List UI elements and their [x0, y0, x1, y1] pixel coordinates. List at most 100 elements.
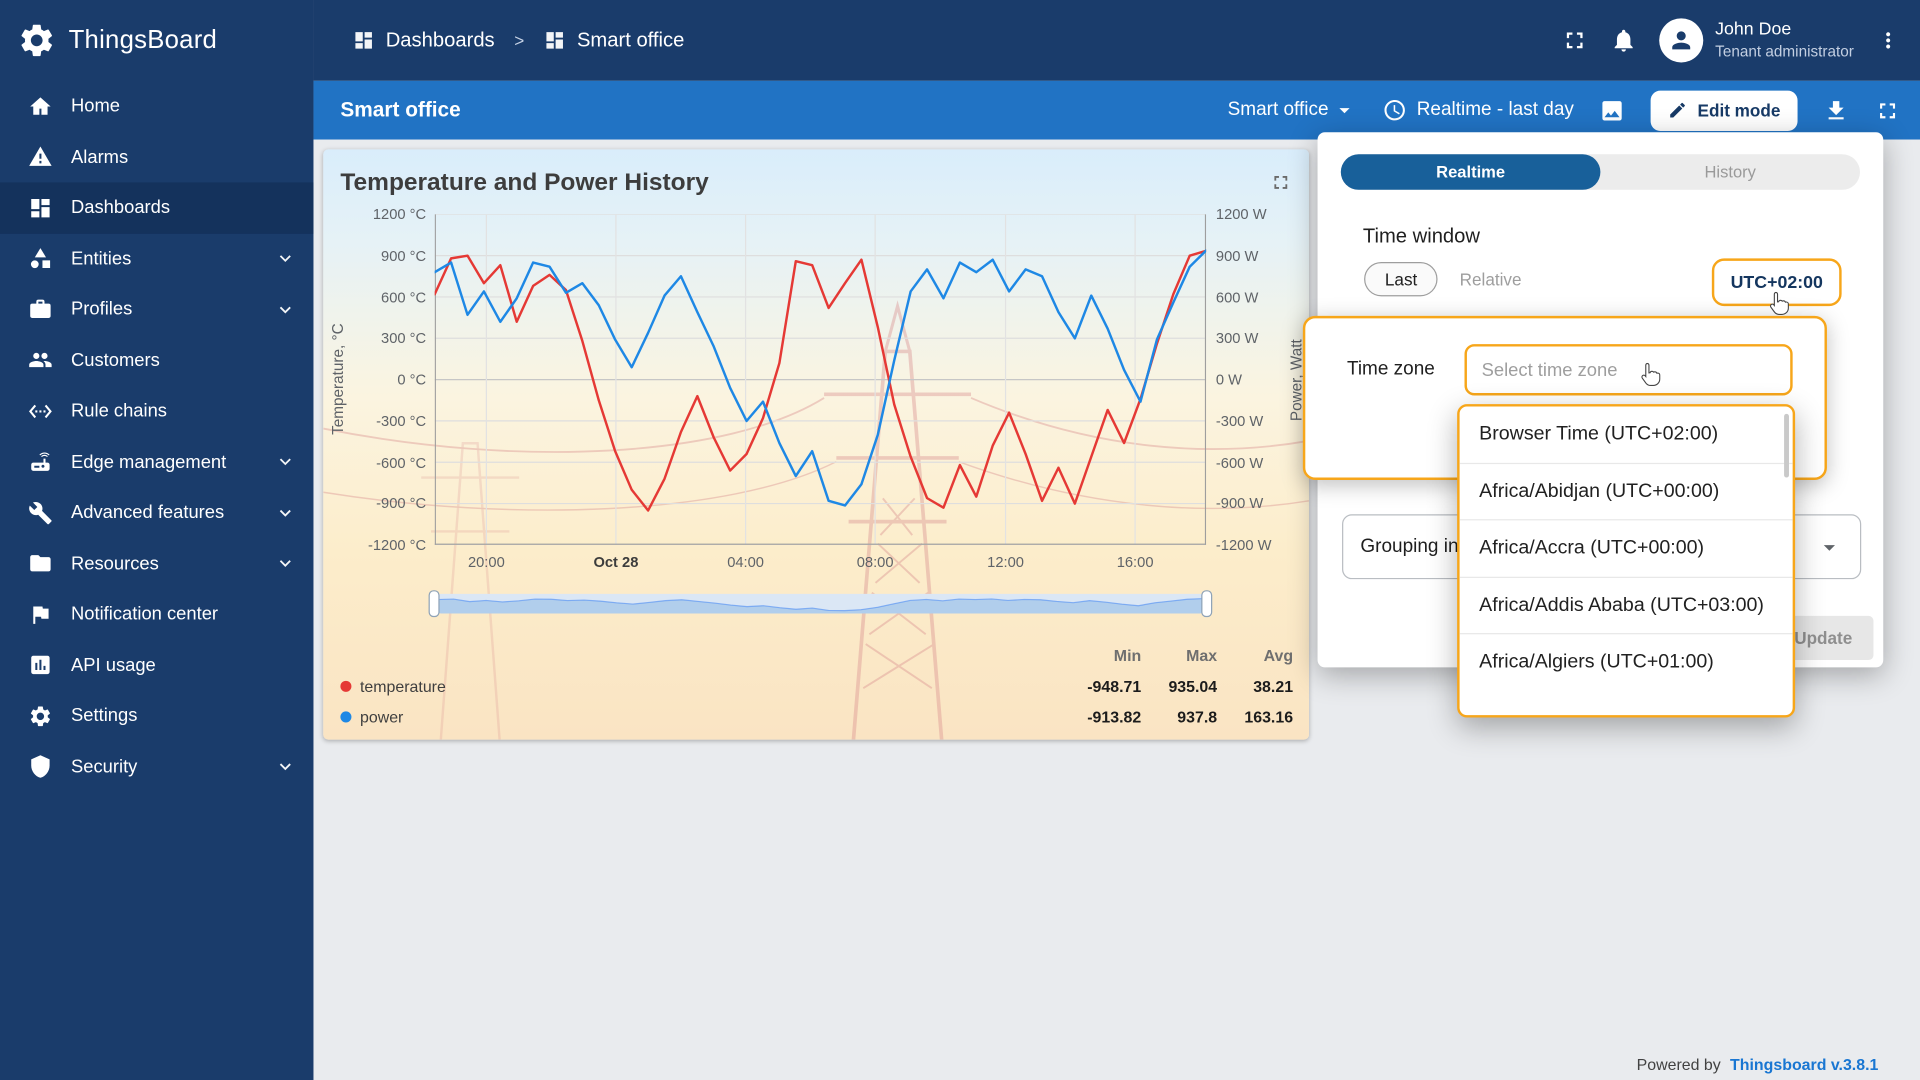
sidebar-item-rule-chains[interactable]: Rule chains — [0, 386, 313, 437]
timezone-option[interactable]: Africa/Algiers (UTC+01:00) — [1459, 633, 1793, 691]
widget-title: Temperature and Power History — [340, 168, 709, 196]
timezone-label: Time zone — [1346, 358, 1435, 380]
timezone-options-list: Browser Time (UTC+02:00) Africa/Abidjan (… — [1459, 407, 1793, 691]
chevron-down-icon — [274, 451, 296, 473]
sidebar-item-edge-management[interactable]: Edge management — [0, 437, 313, 488]
download-icon[interactable] — [1823, 97, 1849, 123]
sidebar-item-settings[interactable]: Settings — [0, 691, 313, 742]
sidebar-item-label: Resources — [71, 553, 159, 574]
slider-track[interactable] — [437, 593, 1204, 614]
legend-series-temperature[interactable]: temperature — [340, 677, 1028, 696]
y-axis-tick: -300 °C — [376, 412, 427, 430]
scrollbar-thumb[interactable] — [1784, 413, 1789, 478]
dashboard-toolbar: Smart office Smart office Realtime - las… — [313, 80, 1920, 140]
sidebar-item-resources[interactable]: Resources — [0, 538, 313, 589]
breadcrumb-dashboards[interactable]: Dashboards — [386, 29, 495, 52]
top-header: Dashboards > Smart office John Doe Tenan… — [313, 0, 1920, 81]
timezone-button[interactable]: UTC+02:00 — [1711, 258, 1842, 307]
time-range-slider[interactable] — [428, 590, 1213, 618]
flag-icon — [27, 601, 54, 628]
sidebar-item-label: Alarms — [71, 146, 129, 168]
timezone-option[interactable]: Africa/Accra (UTC+00:00) — [1459, 519, 1793, 576]
edit-mode-button[interactable]: Edit mode — [1651, 90, 1798, 131]
sidebar-item-profiles[interactable]: Profiles — [0, 284, 313, 335]
gear-icon — [27, 703, 54, 730]
legend-stat-header: Avg — [1263, 646, 1294, 665]
legend-header: Min Max Avg — [340, 640, 1293, 671]
sidebar-item-customers[interactable]: Customers — [0, 335, 313, 386]
y-axis-tick: 300 W — [1215, 329, 1259, 347]
breadcrumb: Dashboards > Smart office — [353, 29, 684, 52]
sidebar-item-alarms[interactable]: Alarms — [0, 132, 313, 183]
legend-series-power[interactable]: power — [340, 708, 1028, 726]
x-axis-tick: 16:00 — [1116, 553, 1154, 571]
y-axis-right: 1200 W 900 W 600 W 300 W 0 W -300 W -600 W -900… — [1215, 206, 1289, 554]
kebab-menu-icon[interactable] — [1876, 28, 1900, 52]
relative-chip[interactable]: Relative — [1460, 262, 1522, 296]
user-menu[interactable]: John Doe Tenant administrator — [1658, 18, 1854, 63]
y-axis-tick: 600 °C — [381, 288, 427, 306]
timezone-option[interactable]: Africa/Abidjan (UTC+00:00) — [1459, 462, 1793, 519]
chart-bars-icon — [27, 652, 54, 679]
x-axis-tick: Oct 28 — [593, 553, 639, 571]
sidebar-item-home[interactable]: Home — [0, 81, 313, 132]
tab-realtime[interactable]: Realtime — [1340, 154, 1601, 190]
notifications-bell-icon[interactable] — [1610, 27, 1637, 54]
router-icon — [27, 448, 54, 475]
sidebar-item-notification-center[interactable]: Notification center — [0, 589, 313, 640]
last-chip[interactable]: Last — [1364, 262, 1439, 297]
timezone-option[interactable]: Browser Time (UTC+02:00) — [1460, 407, 1793, 463]
pencil-icon — [1670, 102, 1686, 118]
sidebar-item-security[interactable]: Security — [0, 741, 313, 792]
header-actions: John Doe Tenant administrator — [1561, 18, 1901, 63]
timezone-option[interactable]: Africa/Addis Ababa (UTC+03:00) — [1459, 576, 1793, 633]
app-root: ThingsBoard Home Alarms Dashboards Entities… — [0, 0, 1920, 1080]
wrench-icon — [27, 499, 54, 526]
timezone-dropdown: Browser Time (UTC+02:00) Africa/Abidjan (… — [1457, 404, 1796, 718]
breadcrumb-smart-office[interactable]: Smart office — [577, 29, 684, 52]
slider-handle-right[interactable] — [1201, 590, 1213, 618]
chevron-down-icon — [274, 553, 296, 575]
logo[interactable]: ThingsBoard — [0, 0, 313, 81]
sidebar-item-label: Customers — [71, 349, 160, 371]
legend-row: temperature -948.71 935.04 38.21 — [340, 671, 1293, 702]
entities-shapes-icon — [27, 245, 54, 272]
dashboard-title: Smart office — [340, 97, 461, 122]
sidebar-item-label: Entities — [71, 248, 132, 270]
y-axis-tick: 900 °C — [381, 247, 427, 265]
widget-expand-icon[interactable] — [1270, 171, 1292, 193]
timewindow-button[interactable]: Realtime - last day — [1382, 98, 1574, 122]
y-axis-tick: -1200 W — [1215, 536, 1272, 554]
sidebar-item-advanced-features[interactable]: Advanced features — [0, 487, 313, 538]
sidebar-item-api-usage[interactable]: API usage — [0, 640, 313, 691]
image-icon[interactable] — [1600, 97, 1626, 123]
stat-min: -948.71 — [1087, 677, 1142, 696]
tab-history[interactable]: History — [1600, 154, 1860, 190]
y-axis-tick: 0 W — [1215, 371, 1243, 389]
fullscreen-icon[interactable] — [1561, 27, 1588, 54]
sidebar-item-entities[interactable]: Entities — [0, 233, 313, 284]
sidebar-item-dashboards[interactable]: Dashboards — [0, 182, 314, 234]
slider-handle-left[interactable] — [428, 590, 440, 618]
stat-avg: 163.16 — [1244, 707, 1294, 727]
sidebar-item-label: Edge management — [71, 451, 227, 473]
series-color-dot — [340, 680, 352, 692]
dashboards-grid-icon — [544, 29, 566, 51]
timezone-search-input[interactable] — [1464, 344, 1793, 396]
y-axis-tick: 600 W — [1215, 288, 1259, 306]
sidebar-item-label: API usage — [71, 654, 156, 676]
fullscreen-icon[interactable] — [1875, 97, 1901, 123]
slider-preview-chart — [437, 597, 1204, 614]
dashboard-state-select[interactable]: Smart office — [1228, 98, 1357, 122]
shield-icon — [27, 753, 54, 780]
x-axis-tick: 04:00 — [727, 553, 764, 571]
sidebar-item-label: Settings — [71, 705, 138, 727]
breadcrumb-separator: > — [514, 30, 525, 51]
chevron-down-icon — [274, 502, 296, 524]
home-icon — [27, 93, 54, 120]
x-axis-tick: 08:00 — [856, 553, 894, 571]
powered-by: Powered by Thingsboard v.3.8.1 — [1636, 1055, 1879, 1074]
thingsboard-version-link[interactable]: Thingsboard v.3.8.1 — [1730, 1056, 1878, 1074]
chevron-down-icon — [274, 248, 296, 270]
y-axis-tick: 900 W — [1215, 247, 1259, 265]
